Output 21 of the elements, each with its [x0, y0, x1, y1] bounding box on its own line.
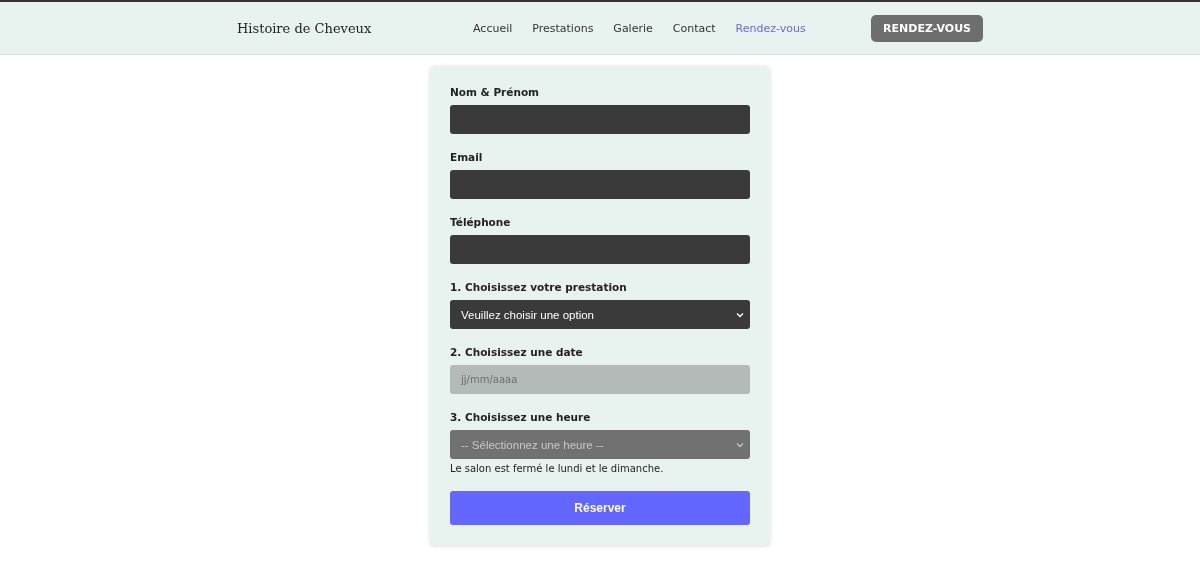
chevron-down-icon — [736, 311, 744, 318]
submit-button[interactable]: Réserver — [450, 491, 750, 525]
field-label: 2. Choisissez une date — [450, 346, 584, 358]
chevron-down-icon — [736, 441, 744, 448]
input-field[interactable] — [450, 170, 750, 199]
field-label: Téléphone — [450, 216, 512, 228]
field-label: Nom & Prénom — [450, 86, 541, 98]
input-field[interactable] — [450, 235, 750, 264]
field-label: 1. Choisissez votre prestation — [450, 281, 628, 293]
nav-link[interactable]: Contact — [672, 21, 716, 35]
nav-link[interactable]: Rendez-vous — [735, 21, 806, 35]
appointment-button[interactable]: RENDEZ-VOUS — [871, 14, 983, 42]
field-label: 3. Choisissez une heure — [450, 411, 592, 423]
nav-link[interactable]: Prestations — [532, 21, 594, 35]
closing-note: Le salon est fermé le lundi et le dimanche. — [450, 463, 665, 474]
field-label: Email — [450, 151, 484, 163]
select-field[interactable]: Veuillez choisir une option — [450, 300, 750, 329]
input-field[interactable] — [450, 105, 750, 134]
site-logo[interactable]: Histoire de Cheveux — [237, 20, 437, 36]
nav-link[interactable]: Accueil — [473, 21, 513, 35]
nav-link[interactable]: Galerie — [613, 21, 653, 35]
